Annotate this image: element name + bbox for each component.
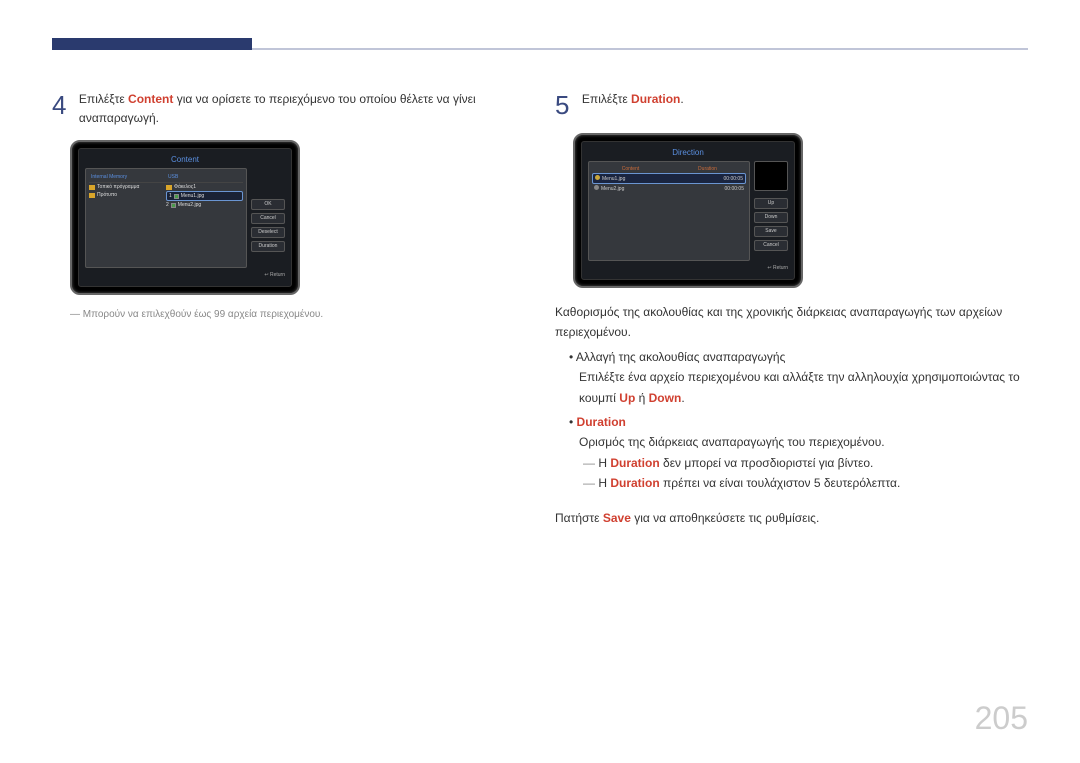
bullet-duration-sub: Ορισμός της διάρκειας αναπαραγωγής του π… (579, 432, 1028, 452)
list-item-selected: Menu1.jpg 00:00:05 (592, 173, 746, 184)
cancel-button: Cancel (754, 240, 788, 251)
duration-button: Duration (251, 241, 285, 252)
dialog-buttons: Up Down Save Cancel (754, 161, 788, 261)
footnote: Μπορούν να επιλεχθούν έως 99 αρχεία περι… (70, 309, 525, 320)
right-column: 5 Επιλέξτε Duration. Direction Content D… (555, 90, 1028, 528)
down-button: Down (754, 212, 788, 223)
return-footer: ↩ Return (588, 261, 788, 271)
dialog-buttons: OK Cancel Deselect Duration (251, 168, 285, 268)
bullet-duration: Duration (569, 412, 1028, 432)
description-text: Καθορισμός της ακολουθίας και της χρονικ… (555, 302, 1028, 343)
file-browser: Internal Memory USB Τοπικό πρόγραμμα Πρό… (85, 168, 247, 268)
deselect-button: Deselect (251, 227, 285, 238)
dash-note-2: Η Duration πρέπει να είναι τουλάχιστον 5… (583, 473, 1028, 493)
page-content: 4 Επιλέξτε Content για να ορίσετε το περ… (52, 90, 1028, 528)
dialog-title: Direction (588, 146, 788, 161)
dialog-title: Content (85, 153, 285, 168)
step-5-block: 5 Επιλέξτε Duration. (555, 90, 1028, 121)
bullet-sequence: Αλλαγή της ακολουθίας αναπαραγωγής (569, 347, 1028, 367)
col-duration: Duration (669, 165, 746, 173)
header-rule (52, 48, 1028, 50)
left-column: 4 Επιλέξτε Content για να ορίσετε το περ… (52, 90, 525, 528)
list-item: Φάκελος1 (166, 183, 243, 191)
list-item-selected: 1Menu1.jpg (166, 191, 243, 201)
content-keyword: Content (128, 92, 173, 106)
up-keyword: Up (619, 391, 635, 405)
folder-icon (89, 193, 95, 198)
duration-keyword: Duration (631, 92, 680, 106)
preview-box (754, 161, 788, 191)
tab-usb: USB (166, 172, 243, 183)
step-number-5: 5 (555, 90, 569, 121)
dash-note-1: Η Duration δεν μπορεί να προσδιοριστεί γ… (583, 453, 1028, 473)
check-icon (174, 194, 179, 199)
duration-list: Content Duration Menu1.jpg 00:00:05 Menu… (588, 161, 750, 261)
save-button: Save (754, 226, 788, 237)
step-5-text: Επιλέξτε Duration. (582, 90, 684, 109)
list-item: Menu2.jpg 00:00:05 (592, 184, 746, 193)
col-content: Content (592, 165, 669, 173)
list-item: Τοπικό πρόγραμμα (89, 183, 166, 191)
content-dialog-screenshot: Content Internal Memory USB Τοπικό πρόγρ… (70, 140, 300, 295)
folder-icon (89, 185, 95, 190)
return-footer: ↩ Return (85, 268, 285, 278)
folder-icon (166, 185, 172, 190)
step-4-text: Επιλέξτε Content για να ορίσετε το περιε… (79, 90, 499, 128)
list-item: Πρότυπο (89, 191, 166, 199)
list-item: 2Menu2.jpg (166, 201, 243, 209)
dialog-inner: Direction Content Duration Menu1.jpg 00:… (581, 141, 795, 280)
up-button: Up (754, 198, 788, 209)
direction-dialog-screenshot: Direction Content Duration Menu1.jpg 00:… (573, 133, 803, 288)
bullet-sequence-sub: Επιλέξτε ένα αρχείο περιεχομένου και αλλ… (579, 367, 1028, 408)
radio-icon (594, 185, 599, 190)
check-icon (171, 203, 176, 208)
down-keyword: Down (649, 391, 682, 405)
final-line: Πατήστε Save για να αποθηκεύσετε τις ρυθ… (555, 508, 1028, 528)
ok-button: OK (251, 199, 285, 210)
dialog-inner: Content Internal Memory USB Τοπικό πρόγρ… (78, 148, 292, 287)
radio-selected-icon (595, 175, 600, 180)
step-number-4: 4 (52, 90, 66, 121)
tab-internal-memory: Internal Memory (89, 172, 166, 183)
page-number: 205 (975, 700, 1028, 737)
save-keyword: Save (603, 511, 631, 525)
cancel-button: Cancel (251, 213, 285, 224)
step-4-block: 4 Επιλέξτε Content για να ορίσετε το περ… (52, 90, 525, 128)
